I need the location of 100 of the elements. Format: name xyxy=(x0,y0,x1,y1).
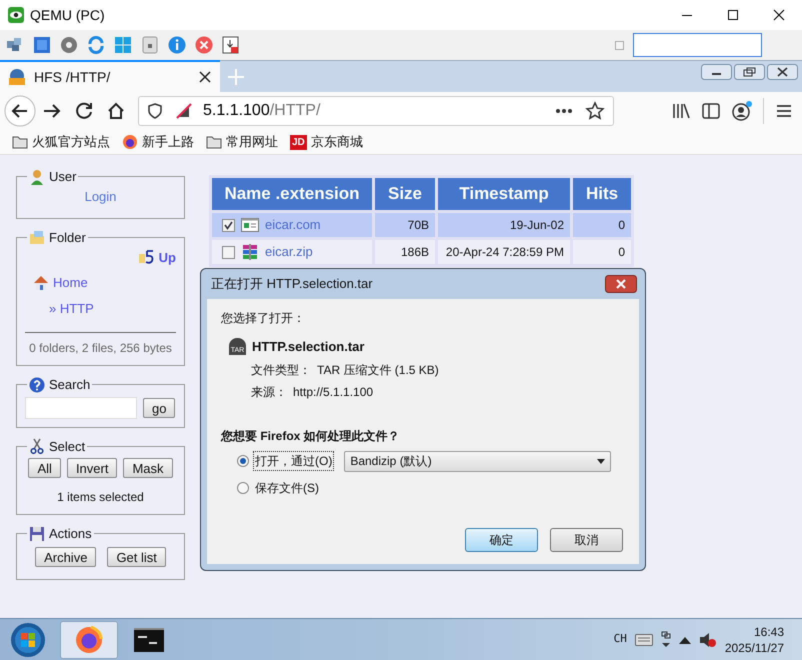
user-icon xyxy=(29,168,45,185)
tab-title: HFS /HTTP/ xyxy=(34,68,110,86)
table-cell: 70B xyxy=(375,213,435,237)
tray-arrow-icon[interactable] xyxy=(660,630,671,648)
up-link[interactable]: Up xyxy=(138,248,176,267)
checkbox[interactable] xyxy=(222,218,235,232)
input-language[interactable]: CH xyxy=(614,631,627,648)
start-button[interactable] xyxy=(9,620,47,658)
folder-icon xyxy=(29,230,45,246)
field-label: 文件类型： xyxy=(251,362,311,378)
checkbox[interactable] xyxy=(615,40,624,50)
refresh-icon[interactable] xyxy=(86,35,106,55)
help-icon xyxy=(29,376,45,393)
table-cell: 186B xyxy=(375,240,435,264)
radio-button[interactable] xyxy=(237,455,249,467)
panel-title: Actions xyxy=(49,525,92,543)
column-header[interactable]: Name .extension xyxy=(212,178,372,210)
file-link[interactable]: eicar.zip xyxy=(265,242,313,262)
button[interactable]: All xyxy=(28,458,61,478)
dialog-button[interactable]: 确定 xyxy=(465,528,538,552)
bookmark-item[interactable]: JD 京东商城 xyxy=(290,132,363,152)
dialog-question: 您想要 Firefox 如何处理此文件？ xyxy=(221,428,401,444)
panel-title: Select xyxy=(49,438,86,456)
field-value: http://5.1.1.100 xyxy=(293,384,374,400)
breadcrumb-link[interactable]: » HTTP xyxy=(49,298,94,318)
account-icon[interactable] xyxy=(731,100,753,122)
close-icon[interactable] xyxy=(198,70,212,84)
bookmark-item[interactable]: 火狐官方站点 xyxy=(12,132,110,152)
logo-badge: JD xyxy=(290,134,307,150)
field-label: 来源： xyxy=(251,384,287,400)
dialog-text: 您选择了打开： xyxy=(221,310,306,327)
fullscreen-icon[interactable] xyxy=(32,35,52,55)
window-title: QEMU (PC) xyxy=(30,6,105,25)
panel-title: Folder xyxy=(49,229,86,247)
scissors-icon xyxy=(29,438,45,454)
column-header[interactable]: Hits xyxy=(573,178,631,210)
file-name: HTTP.selection.tar xyxy=(252,338,364,356)
info-icon[interactable] xyxy=(167,35,187,55)
settings-icon[interactable] xyxy=(59,35,79,55)
column-header[interactable]: Timestamp xyxy=(438,178,570,210)
button[interactable]: Archive xyxy=(35,546,96,566)
globe-icon xyxy=(122,134,138,150)
close-icon[interactable] xyxy=(767,64,798,80)
selection-status: 1 items selected xyxy=(57,489,144,506)
stop-icon[interactable] xyxy=(194,35,214,55)
login-link[interactable]: Login xyxy=(84,186,116,210)
insecure-lock-icon[interactable] xyxy=(175,102,193,120)
browser-tab[interactable]: HFS /HTTP/ xyxy=(0,60,220,92)
table-cell: 20-Apr-24 7:28:59 PM xyxy=(438,240,570,264)
house-icon xyxy=(33,274,49,291)
clock[interactable]: 16:43 2025/11/27 xyxy=(724,624,784,656)
input-field[interactable] xyxy=(633,33,762,57)
checkbox[interactable] xyxy=(222,246,235,258)
more-icon[interactable] xyxy=(555,108,573,114)
check-icon xyxy=(223,220,234,230)
back-icon[interactable] xyxy=(4,95,36,127)
sidebar-icon[interactable] xyxy=(701,101,721,121)
volume-icon[interactable] xyxy=(698,632,717,648)
keyboard-icon[interactable] xyxy=(634,634,653,646)
windows-icon[interactable] xyxy=(113,35,133,55)
restore-icon[interactable] xyxy=(734,64,765,80)
terminal-icon xyxy=(134,628,164,652)
shield-icon[interactable] xyxy=(147,103,163,119)
folder-up-icon xyxy=(138,249,156,266)
dialog-title: 正在打开 HTTP.selection.tar xyxy=(211,275,373,294)
radio-label[interactable]: 打开，通过(O) xyxy=(253,451,334,471)
button[interactable]: Invert xyxy=(66,458,118,478)
folder-icon xyxy=(12,135,28,149)
star-icon[interactable] xyxy=(585,101,605,121)
taskbar-button[interactable] xyxy=(60,620,118,658)
column-header[interactable]: Size xyxy=(375,178,435,210)
panel-title: User xyxy=(49,168,76,186)
app-dropdown[interactable]: Bandizip (默认) xyxy=(344,450,612,472)
dialog-button[interactable]: 取消 xyxy=(550,528,623,552)
button[interactable]: Get list xyxy=(107,546,166,566)
address-bar[interactable]: 5.1.1.100/HTTP/ xyxy=(138,96,614,126)
caret-icon xyxy=(597,458,606,464)
close-icon[interactable] xyxy=(605,275,637,293)
bookmark-item[interactable]: 新手上路 xyxy=(122,132,194,152)
table-cell: 19-Jun-02 xyxy=(438,213,570,237)
window-icon xyxy=(241,218,259,232)
folder-icon xyxy=(206,135,222,149)
folder-summary: 0 folders, 2 files, 256 bytes xyxy=(29,340,172,357)
app-icon xyxy=(8,7,24,23)
show-hidden-icon[interactable] xyxy=(678,634,691,644)
url-text: 5.1.1.100/HTTP/ xyxy=(203,101,320,121)
minimize-icon[interactable] xyxy=(701,64,732,80)
button[interactable]: Mask xyxy=(123,458,173,478)
keyboard-key-icon[interactable] xyxy=(140,35,160,55)
home-link[interactable]: Home xyxy=(33,273,176,292)
button[interactable]: go xyxy=(143,398,176,418)
search-field[interactable] xyxy=(25,396,137,418)
library-icon[interactable] xyxy=(671,101,691,121)
table-cell: 0 xyxy=(573,213,631,237)
radio-button[interactable] xyxy=(237,482,249,494)
download-window-icon[interactable] xyxy=(221,35,241,55)
books-icon xyxy=(241,244,259,260)
site-icon xyxy=(8,68,26,86)
bookmark-item[interactable]: 常用网址 xyxy=(206,132,278,152)
radio-label[interactable]: 保存文件(S) xyxy=(253,478,321,498)
